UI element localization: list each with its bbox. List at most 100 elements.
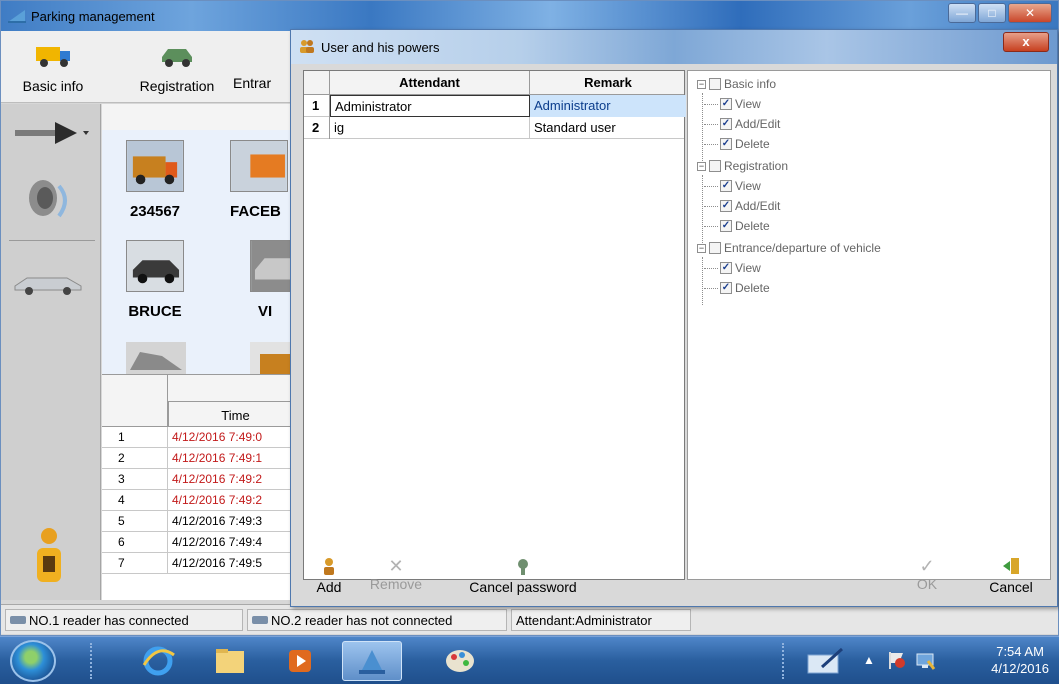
row-time: 4/12/2016 7:49:1 (172, 451, 263, 465)
tree-node-view[interactable]: ✓ View (704, 261, 761, 275)
tree-node-delete[interactable]: ✓ Delete (704, 281, 770, 295)
vehicle-plate: BRUCE (128, 303, 182, 320)
row-time: 4/12/2016 7:49:5 (172, 556, 263, 570)
users-icon (300, 40, 314, 53)
remark-cell[interactable]: Administrator (530, 95, 686, 117)
minimize-button[interactable]: — (948, 3, 976, 23)
row-time: 4/12/2016 7:49:4 (172, 535, 263, 549)
row-time: 4/12/2016 7:49:3 (172, 514, 263, 528)
table-row[interactable]: 1 4/12/2016 7:49:0 (102, 427, 302, 448)
tree-node-label: View (735, 179, 761, 193)
system-clock[interactable]: 7:54 AM 4/12/2016 (991, 643, 1049, 677)
grid-row[interactable]: 1 Administrator Administrator (304, 95, 686, 117)
plug-icon (10, 616, 26, 624)
cancel-button[interactable]: Cancel (981, 556, 1041, 595)
dialog-close-button[interactable]: x (1003, 32, 1049, 52)
ok-button-label: OK (916, 576, 938, 592)
internet-explorer-icon[interactable] (128, 641, 188, 681)
table-row[interactable]: 7 4/12/2016 7:49:5 (102, 553, 302, 574)
media-player-icon[interactable] (270, 641, 330, 681)
checkbox-unchecked[interactable] (709, 242, 721, 254)
table-row[interactable]: 4 4/12/2016 7:49:2 (102, 490, 302, 511)
car-icon (162, 49, 192, 67)
table-row[interactable]: 2 4/12/2016 7:49:1 (102, 448, 302, 469)
tree-node-delete[interactable]: ✓ Delete (704, 219, 770, 233)
checkbox-checked[interactable]: ✓ (720, 200, 732, 212)
collapse-icon[interactable]: − (697, 79, 706, 89)
close-button[interactable]: ✕ (1008, 3, 1052, 23)
ok-button[interactable]: ✓ OK (907, 556, 947, 592)
truck-icon (36, 47, 70, 67)
arrow-dropdown-icon[interactable] (13, 118, 89, 148)
checkbox-checked[interactable]: ✓ (720, 118, 732, 130)
checkbox-checked[interactable]: ✓ (720, 282, 732, 294)
dialog-title-bar[interactable]: User and his powers x (291, 30, 1057, 64)
tree-node-entrance-departure[interactable]: − Entrance/departure of vehicle (697, 241, 881, 255)
row-number: 2 (304, 117, 330, 139)
network-icon[interactable] (914, 649, 936, 671)
add-button-label: Add (316, 579, 342, 595)
attendant-column-header[interactable]: Attendant (330, 71, 530, 95)
checkbox-checked[interactable]: ✓ (720, 180, 732, 192)
reader1-status-text: NO.1 reader has connected (29, 612, 189, 628)
row-number: 1 (304, 95, 330, 117)
title-bar[interactable]: Parking management — □ ✕ (1, 1, 1058, 31)
car-side-icon[interactable] (11, 270, 87, 296)
show-hidden-icons-icon[interactable]: ▲ (858, 649, 880, 671)
attendant-icon[interactable] (29, 526, 69, 586)
tree-node-basic-info[interactable]: − Basic info (697, 77, 776, 91)
tree-node-label: Registration (724, 159, 789, 173)
key-icon (518, 559, 528, 575)
status-bar: NO.1 reader has connected NO.2 reader ha… (1, 604, 1058, 634)
tree-node-label: Add/Edit (735, 199, 781, 213)
collapse-icon[interactable]: − (697, 243, 706, 253)
attendant-cell[interactable]: Administrator (330, 95, 530, 117)
row-number: 6 (102, 532, 168, 553)
checkbox-unchecked[interactable] (709, 78, 721, 90)
grid-row[interactable]: 2 ig Standard user (304, 117, 684, 139)
remark-cell[interactable]: Standard user (530, 117, 686, 139)
pen-input-icon[interactable] (806, 647, 846, 675)
action-center-flag-icon[interactable] (886, 649, 908, 671)
tree-node-view[interactable]: ✓ View (704, 179, 761, 193)
remove-button[interactable]: ✕ Remove (365, 556, 427, 592)
car-photo[interactable] (126, 342, 186, 374)
speaker-icon[interactable] (19, 170, 77, 230)
checkbox-checked[interactable]: ✓ (720, 138, 732, 150)
toolbar-basic-info[interactable]: Basic info (5, 37, 101, 94)
reader1-status: NO.1 reader has connected (5, 609, 243, 631)
tree-node-add-edit[interactable]: ✓ Add/Edit (704, 199, 780, 213)
tree-node-add-edit[interactable]: ✓ Add/Edit (704, 117, 780, 131)
taskbar: ▲ 7:54 AM 4/12/2016 (0, 636, 1059, 684)
checkbox-checked[interactable]: ✓ (720, 262, 732, 274)
parking-app-icon[interactable] (342, 641, 402, 681)
time-column-header[interactable]: Time (168, 401, 302, 427)
plug-icon (252, 616, 268, 624)
cancel-password-button[interactable]: Cancel password (453, 556, 593, 595)
checkbox-checked[interactable]: ✓ (720, 220, 732, 232)
start-button[interactable] (10, 640, 56, 682)
remark-column-header[interactable]: Remark (530, 71, 686, 95)
vehicle-card[interactable]: BRUCE (126, 240, 184, 320)
toolbar-entrance[interactable]: Entrar (233, 37, 293, 91)
checkbox-unchecked[interactable] (709, 160, 721, 172)
add-user-icon (324, 558, 334, 575)
tree-node-registration[interactable]: − Registration (697, 159, 788, 173)
checkbox-checked[interactable]: ✓ (720, 98, 732, 110)
collapse-icon[interactable]: − (697, 161, 706, 171)
table-row[interactable]: 6 4/12/2016 7:49:4 (102, 532, 302, 553)
maximize-button[interactable]: □ (978, 3, 1006, 23)
reader2-status: NO.2 reader has not connected (247, 609, 507, 631)
row-time: 4/12/2016 7:49:2 (172, 472, 263, 486)
table-row[interactable]: 3 4/12/2016 7:49:2 (102, 469, 302, 490)
tree-node-delete[interactable]: ✓ Delete (704, 137, 770, 151)
tree-node-view[interactable]: ✓ View (704, 97, 761, 111)
paint-icon[interactable] (430, 641, 490, 681)
toolbar-registration[interactable]: Registration (129, 37, 225, 94)
add-button[interactable]: Add (311, 556, 347, 595)
attendant-cell[interactable]: ig (330, 117, 530, 139)
vehicle-card[interactable]: 234567 (126, 140, 184, 220)
exit-door-icon (1003, 558, 1019, 574)
folder-icon[interactable] (200, 641, 260, 681)
table-row[interactable]: 5 4/12/2016 7:49:3 (102, 511, 302, 532)
